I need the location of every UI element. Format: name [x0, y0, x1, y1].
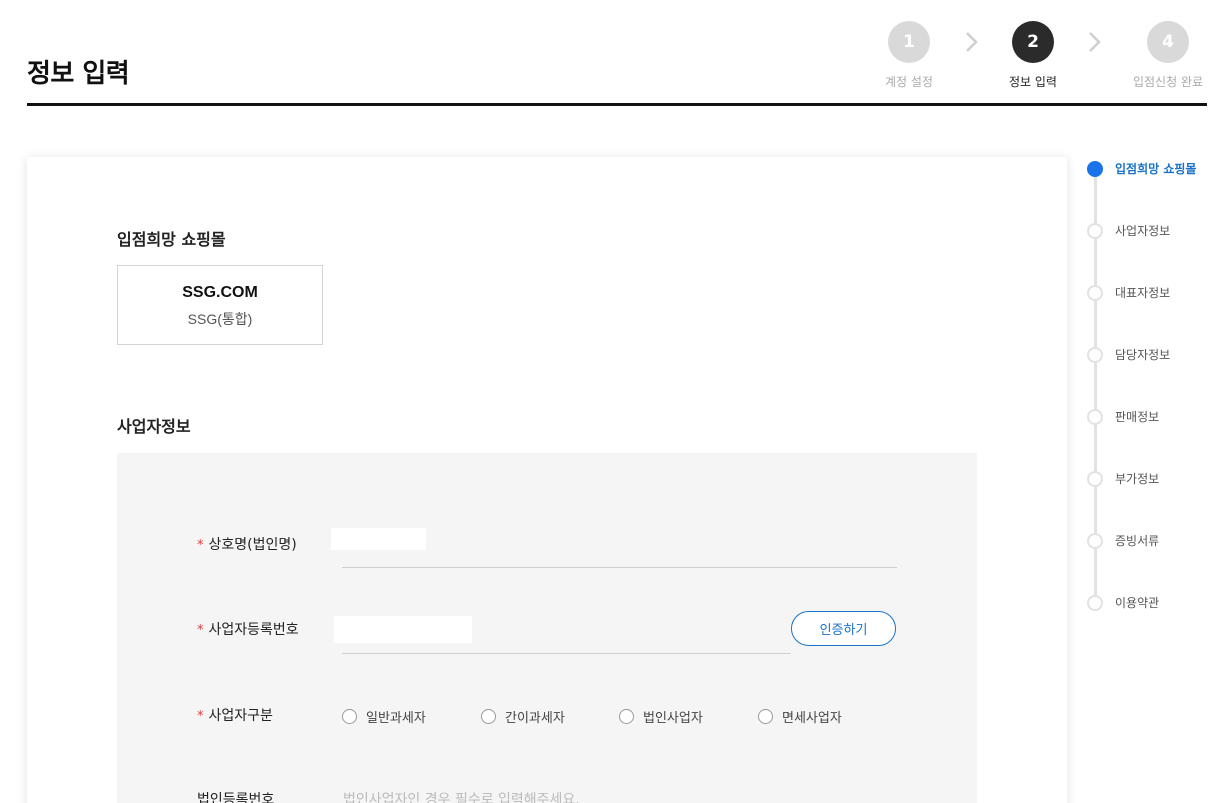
corp-number-label: 법인등록번호 [197, 792, 275, 803]
biz-number-label: * 사업자등록번호 [197, 622, 299, 638]
nav-dot [1087, 160, 1103, 177]
biz-number-underline [342, 653, 791, 654]
company-name-label: * 상호명(법인명) [197, 537, 297, 553]
side-nav-item-documents[interactable]: 증빙서류 [1087, 532, 1159, 549]
step-1-number: 1 [888, 21, 930, 63]
step-2: 2 정보 입력 [973, 21, 1093, 90]
side-nav-item-representative[interactable]: 대표자정보 [1087, 284, 1170, 301]
radio-circle[interactable] [481, 709, 496, 724]
biz-type-radio-general[interactable]: 일반과세자 [342, 707, 426, 726]
nav-dot [1087, 594, 1103, 611]
biz-type-radio-simplified[interactable]: 간이과세자 [481, 707, 565, 726]
verify-button[interactable]: 인증하기 [791, 611, 896, 646]
nav-dot [1087, 222, 1103, 239]
nav-dot [1087, 346, 1103, 363]
step-1: 1 계정 설정 [849, 21, 969, 90]
biz-type-label: * 사업자구분 [197, 708, 273, 724]
step-4-number: 4 [1147, 21, 1189, 63]
side-nav-item-mall[interactable]: 입점희망 쇼핑몰 [1087, 160, 1196, 177]
business-section-title: 사업자정보 [117, 417, 191, 436]
side-nav-item-business[interactable]: 사업자정보 [1087, 222, 1170, 239]
mall-option-ssg[interactable]: SSG.COM SSG(통합) [117, 265, 323, 345]
biz-type-radio-corporate[interactable]: 법인사업자 [619, 707, 703, 726]
mall-section-title: 입점희망 쇼핑몰 [117, 230, 226, 249]
side-nav-item-terms[interactable]: 이용약관 [1087, 594, 1159, 611]
company-name-underline [342, 567, 897, 568]
title-divider [27, 103, 1207, 106]
mall-name: SSG.COM [182, 284, 258, 301]
nav-dot [1087, 408, 1103, 425]
side-nav-item-manager[interactable]: 담당자정보 [1087, 346, 1170, 363]
business-form: * 상호명(법인명) * 사업자등록번호 인증하기 * 사업자구분 일반과세자 간이과… [117, 453, 977, 803]
required-mark: * [197, 623, 204, 638]
nav-dot [1087, 532, 1103, 549]
nav-dot [1087, 470, 1103, 487]
biz-number-input[interactable] [334, 616, 472, 643]
chevron-right-icon [1089, 32, 1101, 52]
page-title: 정보 입력 [27, 59, 130, 89]
radio-circle[interactable] [758, 709, 773, 724]
required-mark: * [197, 709, 204, 724]
nav-dot [1087, 284, 1103, 301]
company-name-input[interactable] [331, 528, 426, 550]
step-4: 4 입점신청 완료 [1108, 21, 1228, 90]
step-2-number: 2 [1012, 21, 1054, 63]
radio-circle[interactable] [342, 709, 357, 724]
form-card: 입점희망 쇼핑몰 SSG.COM SSG(통합) 사업자정보 * 상호명(법인명)… [27, 157, 1067, 803]
biz-type-radio-exempt[interactable]: 면세사업자 [758, 707, 842, 726]
required-mark: * [197, 538, 204, 553]
mall-sub-label: SSG(통합) [187, 311, 253, 327]
corp-number-input[interactable]: 법인사업자인 경우 필수로 입력해주세요. [343, 789, 580, 803]
page: 정보 입력 1 계정 설정 2 정보 입력 4 입점신청 완료 입점희망 쇼핑몰… [0, 0, 1232, 803]
side-nav-item-sales[interactable]: 판매정보 [1087, 408, 1159, 425]
step-1-label: 계정 설정 [885, 75, 933, 89]
step-4-label: 입점신청 완료 [1132, 75, 1204, 89]
radio-circle[interactable] [619, 709, 634, 724]
side-nav-item-additional[interactable]: 부가정보 [1087, 470, 1159, 487]
step-2-label: 정보 입력 [1009, 75, 1057, 89]
